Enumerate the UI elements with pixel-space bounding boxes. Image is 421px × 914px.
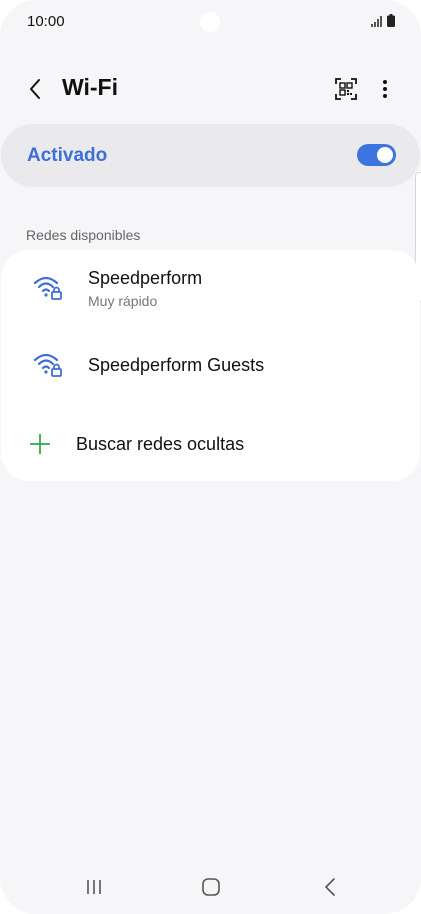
wifi-status-label: Activado	[27, 145, 108, 166]
recent-apps-icon	[87, 880, 101, 894]
network-name: Speedperform Guests	[88, 355, 265, 375]
home-button[interactable]	[196, 874, 226, 900]
back-nav-button[interactable]	[315, 874, 345, 900]
add-hidden-network-button[interactable]: Buscar redes ocultas	[1, 424, 420, 464]
wifi-toggle-switch[interactable]	[357, 144, 396, 166]
network-speed-label: Muy rápido	[88, 293, 158, 309]
network-name: Speedperform	[88, 268, 203, 288]
more-options-button[interactable]	[372, 74, 398, 104]
wifi-master-switch-row[interactable]: Activado	[1, 124, 420, 187]
more-vertical-icon	[383, 80, 387, 98]
recent-apps-button[interactable]	[79, 874, 109, 900]
screen: 10:00 Wi-Fi Activado Redes disponibles S…	[0, 0, 421, 914]
network-item-speedperform-guests[interactable]: Speedperform Guests	[1, 337, 420, 417]
qr-scan-button[interactable]	[331, 74, 361, 104]
add-hidden-network-label: Buscar redes ocultas	[76, 434, 245, 454]
home-icon	[202, 878, 220, 896]
back-arrow-icon	[325, 878, 335, 896]
section-title-available-networks: Redes disponibles	[26, 227, 141, 243]
battery-icon	[387, 14, 395, 27]
page-title: Wi-Fi	[62, 74, 118, 100]
chevron-left-icon	[30, 79, 40, 99]
back-button[interactable]	[20, 74, 50, 104]
status-icons	[371, 14, 395, 27]
plus-icon	[30, 434, 50, 454]
status-time: 10:00	[27, 13, 65, 30]
toggle-knob	[377, 147, 393, 163]
network-item-speedperform[interactable]: Speedperform Muy rápido	[1, 250, 420, 337]
navigation-bar	[0, 866, 421, 910]
networks-list: Speedperform Muy rápido Speedperform Gue…	[1, 250, 420, 481]
wifi-locked-icon	[33, 353, 62, 377]
signal-icon	[371, 16, 382, 27]
camera-cutout	[200, 12, 220, 32]
qr-code-scan-icon	[335, 78, 357, 100]
wifi-locked-icon	[33, 276, 62, 300]
